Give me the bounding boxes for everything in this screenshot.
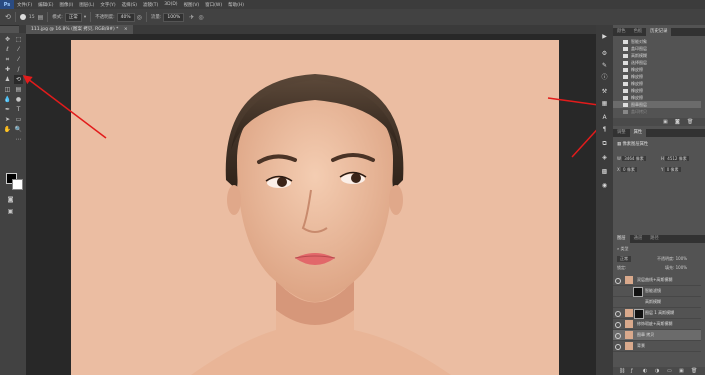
layers-panel-tabs: 图层 通道 路径 (613, 235, 705, 243)
height-input[interactable]: 4512 像素 (665, 156, 689, 161)
eye-icon[interactable] (615, 344, 621, 350)
layers-footer: ⛓ ƒ ◐ ◑ ▭ ▣ 🗑 (613, 367, 705, 375)
layer-kind-filter[interactable]: ⌕ 类型 (617, 246, 629, 252)
tab-color[interactable]: 颜色 (613, 28, 630, 36)
history-item[interactable]: 橡皮擦 (613, 87, 701, 94)
layer-thumbnail (633, 287, 643, 297)
layer-row[interactable]: 高斯模糊 (613, 297, 701, 308)
history-footer: ▣ ◙ 🗑 (613, 118, 705, 126)
fx-icon[interactable]: ƒ (631, 368, 633, 374)
layer-row[interactable]: 双层曲线+高斯模糊 (613, 275, 701, 286)
layer-opacity-input[interactable]: 100% (676, 256, 687, 261)
tab-channels[interactable]: 通道 (630, 235, 647, 243)
y-input[interactable]: 0 像素 (664, 167, 681, 172)
width-input[interactable]: 3464 像素 (622, 156, 646, 161)
tab-layers[interactable]: 图层 (613, 235, 630, 243)
height-row: H 4512 像素 (661, 156, 689, 161)
tab-adjustments[interactable]: 调整 (613, 129, 630, 137)
history-item[interactable]: 橡皮擦 (613, 80, 701, 87)
new-layer-icon[interactable]: ▣ (679, 368, 684, 374)
width-row: W 3464 像素 (617, 156, 646, 161)
link-icon[interactable]: ⛓ (619, 368, 625, 374)
history-item[interactable]: 盖印图层 (613, 45, 701, 52)
layer-row[interactable]: 图层 1 高斯模糊 (613, 308, 701, 319)
history-item[interactable]: 橡皮擦 (613, 66, 701, 73)
layer-row[interactable]: 智能滤镜 (613, 286, 701, 297)
layer-thumbnail (625, 331, 633, 339)
camera-icon[interactable]: ◙ (675, 119, 680, 125)
group-icon[interactable]: ▭ (667, 368, 672, 374)
x-input[interactable]: 0 像素 (621, 167, 637, 172)
mask-icon[interactable]: ◐ (643, 368, 647, 374)
layer-thumbnail (625, 320, 633, 328)
history-item[interactable]: 橡皮擦 (613, 73, 701, 80)
panel-icon-strip: ▶ ⚙ ✎ ⓘ ⚒ ▦ A ¶ ⧉ ◈ ▩ ◉ (596, 25, 613, 375)
properties-panel-tabs: 调整 属性 (613, 129, 705, 137)
history-item[interactable]: 智能对象 (613, 38, 701, 45)
3d-icon[interactable]: ◉ (600, 181, 609, 190)
trash-icon[interactable]: 🗑 (687, 119, 693, 125)
adjust-icon[interactable]: ⚒ (600, 87, 609, 96)
history-item-selected[interactable]: 图章图层 (613, 101, 701, 108)
history-panel-tabs: 颜色 色板 历史记录 (613, 28, 705, 36)
eye-icon[interactable] (615, 322, 621, 328)
eye-icon[interactable] (615, 278, 621, 284)
tab-swatches[interactable]: 色板 (630, 28, 647, 36)
layer-fill-input[interactable]: 100% (676, 265, 687, 270)
y-row: Y 0 像素 (661, 167, 681, 172)
history-panel-icon[interactable]: ▦ (600, 99, 609, 108)
layer-opacity: 不透明度: 100% (657, 256, 688, 261)
info-icon[interactable]: ⓘ (600, 73, 609, 82)
snapshot-from-state-icon[interactable]: ▣ (663, 119, 668, 125)
actions-icon[interactable]: ⚙ (600, 49, 609, 58)
history-item[interactable]: 高斯模糊 (613, 52, 701, 59)
paragraph-icon[interactable]: ¶ (600, 125, 609, 134)
x-row: X 0 像素 (617, 167, 637, 172)
properties-title: ▦ 像素图层属性 (617, 142, 649, 147)
trash-icon[interactable]: 🗑 (691, 368, 697, 374)
blend-mode-select[interactable]: 正常 (617, 256, 631, 262)
history-item[interactable]: 盖印拷贝 (613, 108, 701, 115)
lock-label: 锁定: (617, 265, 627, 270)
tab-paths[interactable]: 路径 (646, 235, 663, 243)
tab-history[interactable]: 历史记录 (646, 28, 672, 36)
layer-fill: 填充: 100% (665, 265, 688, 270)
swatch-icon[interactable]: ▩ (600, 167, 609, 176)
play-icon[interactable]: ▶ (600, 32, 609, 41)
layer-row[interactable]: 背景 (613, 341, 701, 352)
arrow-to-history-brush (22, 75, 107, 139)
eye-icon[interactable] (615, 311, 621, 317)
right-panels: 颜色 色板 历史记录 智能对象 盖印图层 高斯模糊 选择图层 橡皮擦 橡皮擦 橡… (613, 25, 705, 375)
libraries-icon[interactable]: ⧉ (600, 139, 609, 148)
eye-icon[interactable] (615, 333, 621, 339)
styles-icon[interactable]: ◈ (600, 153, 609, 162)
layer-row[interactable]: 修饰瑕疵+高斯模糊 (613, 319, 701, 330)
history-item[interactable]: 选择图层 (613, 59, 701, 66)
adjustment-layer-icon[interactable]: ◑ (655, 368, 659, 374)
layer-thumbnail (625, 309, 633, 317)
brush-preset-icon[interactable]: ✎ (600, 61, 609, 70)
character-icon[interactable]: A (600, 113, 609, 122)
tab-properties[interactable]: 属性 (629, 129, 647, 137)
layer-row-selected[interactable]: 图章 拷贝 (613, 330, 701, 341)
layer-thumbnail (625, 276, 633, 284)
history-item[interactable]: 橡皮擦 (613, 94, 701, 101)
layer-thumbnail (625, 342, 633, 350)
layer-mask-thumbnail (634, 309, 644, 319)
